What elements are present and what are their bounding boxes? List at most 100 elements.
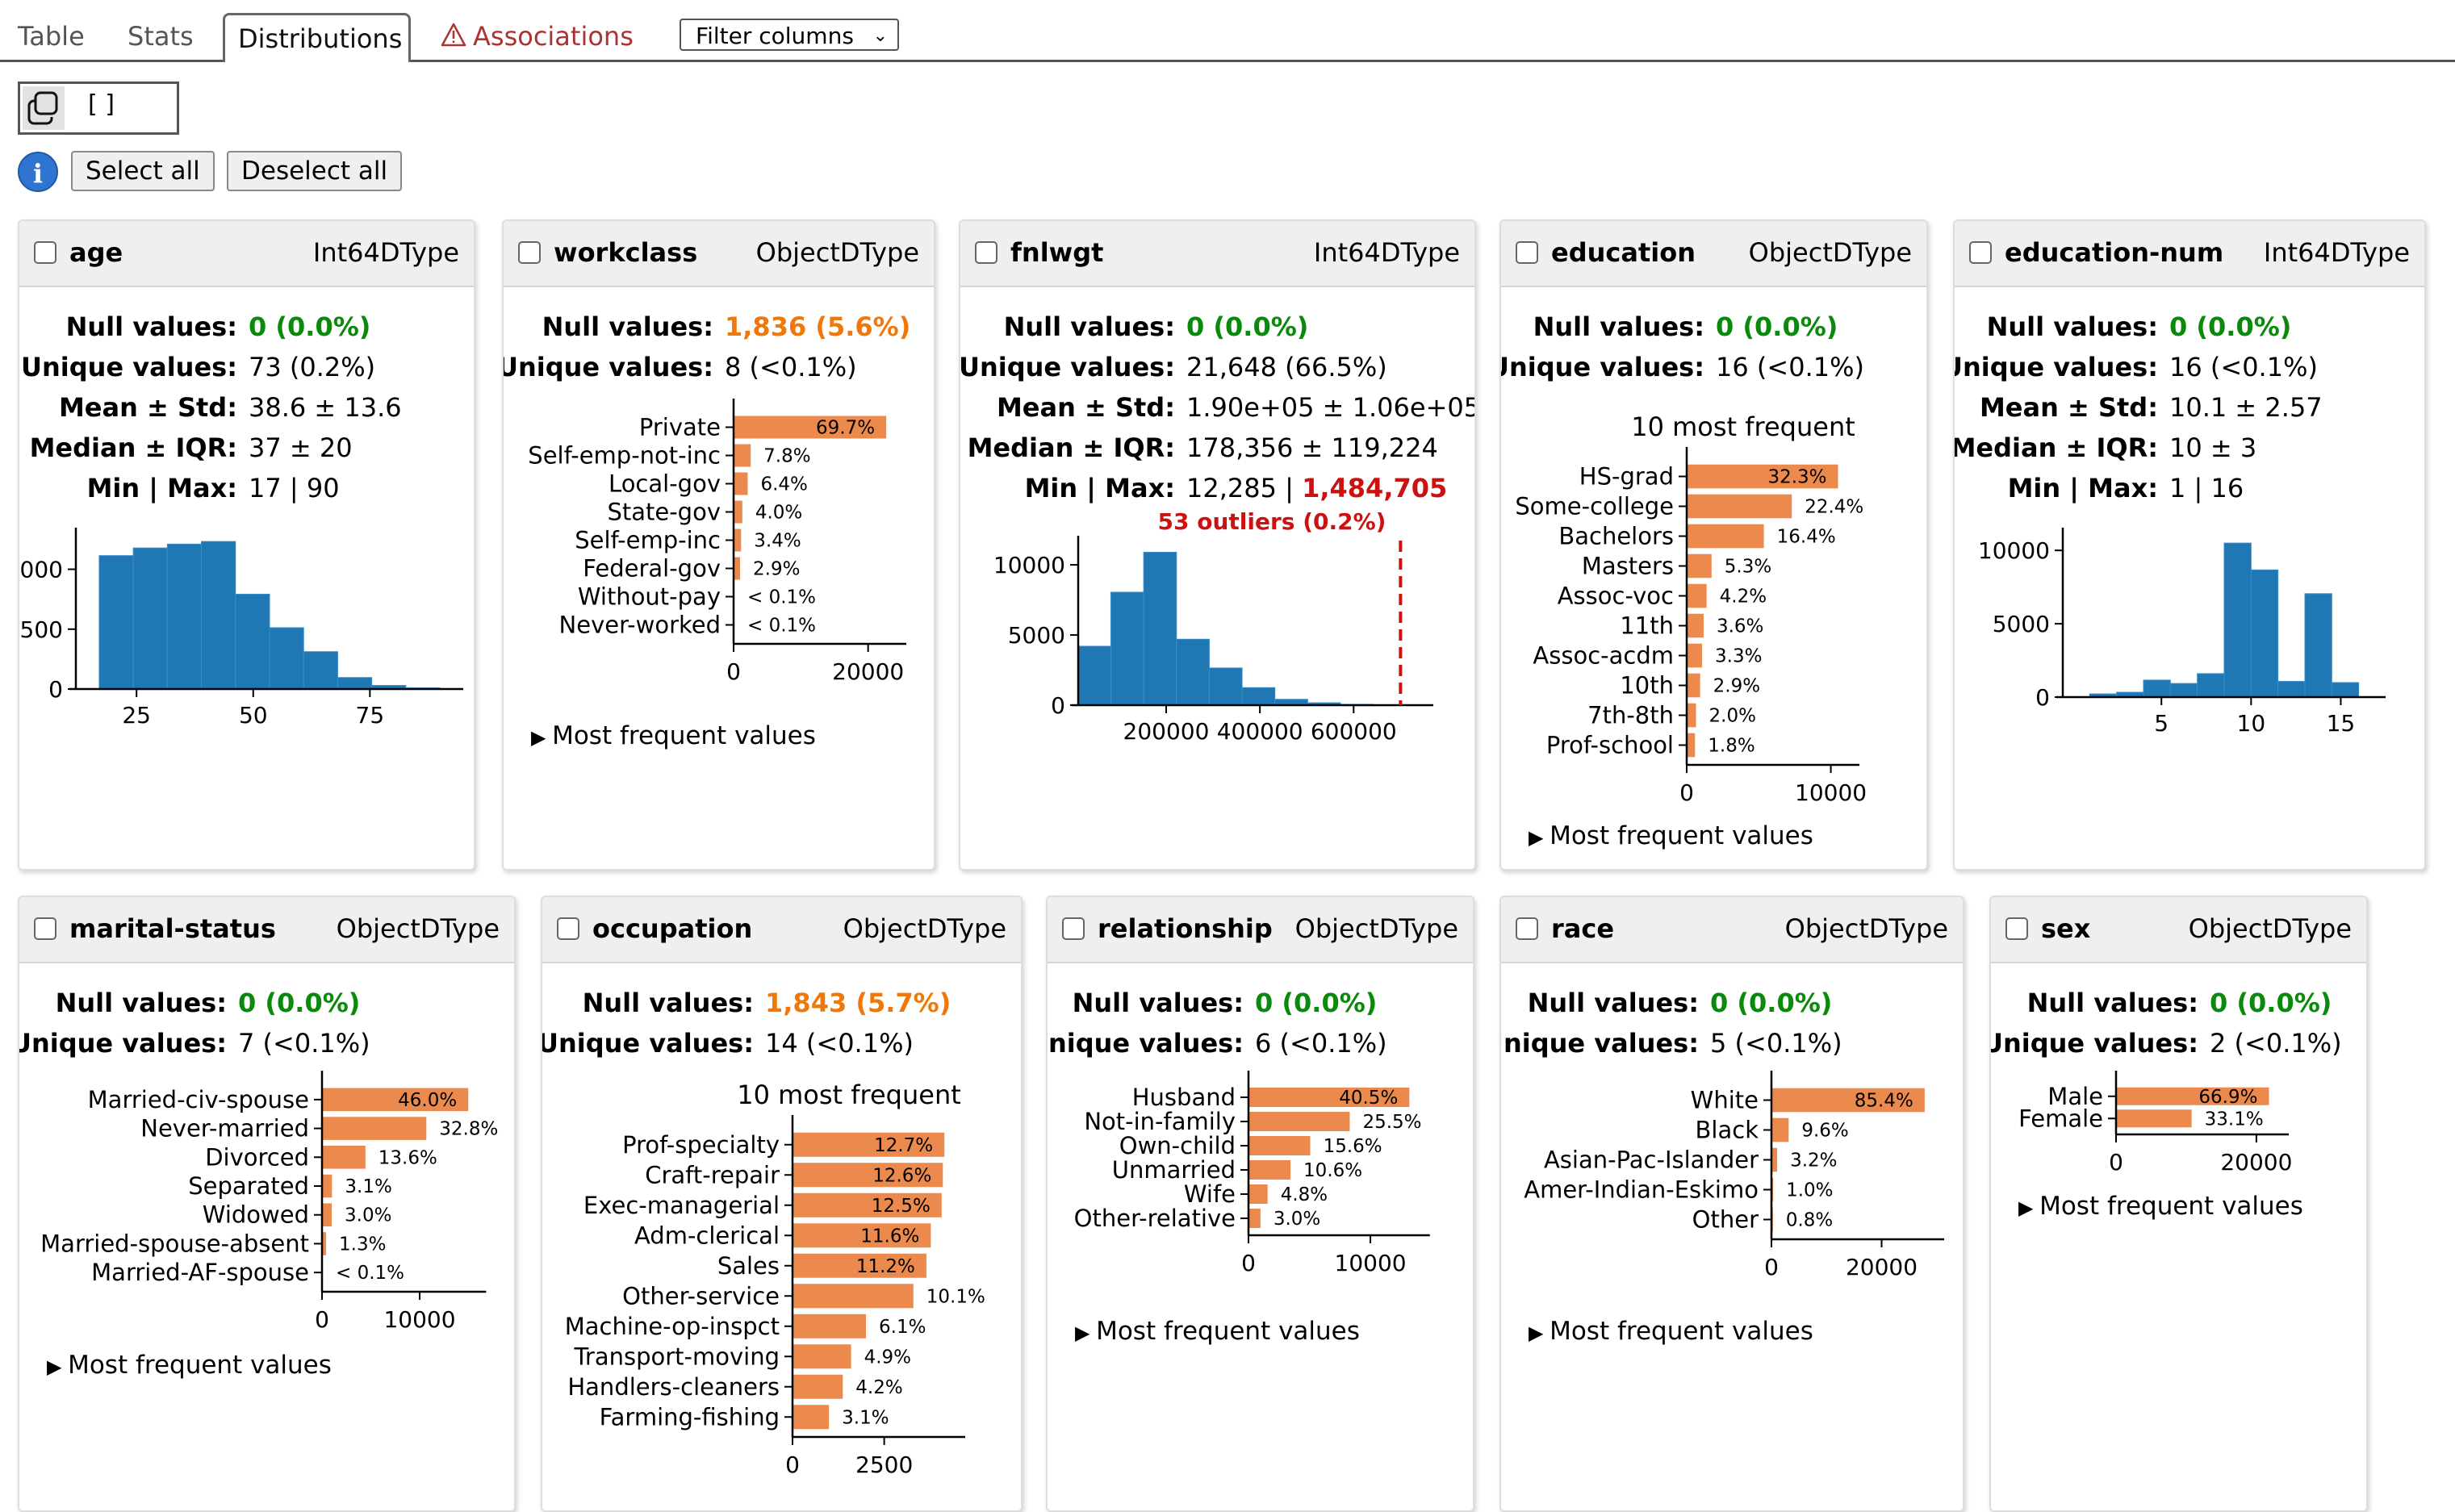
most-frequent-values-label: Most frequent values — [68, 1351, 332, 1380]
category-bar — [734, 416, 887, 439]
stat-row-null: Null values: 0 (0.0%) — [1501, 983, 1963, 1023]
stat-value: 0 (0.0%) — [2210, 988, 2332, 1018]
stat-row-null: Null values: 0 (0.0%) — [960, 307, 1474, 347]
histogram-bar — [2250, 569, 2279, 698]
category-label: Separated — [188, 1172, 309, 1200]
stat-row-unique: Unique values: 5 (<0.1%) — [1501, 1023, 1963, 1063]
copy-button[interactable] — [23, 86, 65, 130]
column-checkbox[interactable] — [557, 917, 579, 940]
most-frequent-values-toggle[interactable]: ▶ Most frequent values — [1529, 1317, 1813, 1346]
stat-value: 17 | 90 — [249, 468, 340, 508]
histogram-bar — [98, 555, 134, 690]
min-value: 17 | — [249, 473, 307, 503]
card-header: age Int64DType — [19, 221, 474, 287]
category-label: Other-relative — [1074, 1205, 1236, 1232]
x-tick-label: 2500 — [855, 1451, 913, 1478]
category-label: Not-in-family — [1084, 1108, 1236, 1135]
column-card-age: age Int64DType Null values: 0 (0.0%) Unique … — [18, 219, 475, 871]
stat-row-mean: Mean ± Std: 1.90e+05 ± 1.06e+05 — [960, 387, 1474, 428]
bar-value-label: 46.0% — [398, 1090, 457, 1111]
category-label: White — [1691, 1087, 1759, 1114]
x-tick-label: 0 — [315, 1306, 329, 1333]
stat-label: Null values: — [582, 988, 754, 1018]
stat-value: 0 (0.0%) — [1710, 988, 1833, 1018]
stat-row-null: Null values: 0 (0.0%) — [19, 983, 514, 1023]
most-frequent-values-toggle[interactable]: ▶ Most frequent values — [531, 721, 816, 750]
tab-stats[interactable]: Stats — [128, 13, 194, 60]
histogram-bar — [2223, 542, 2252, 698]
stat-row-unique: Unique values: 6 (<0.1%) — [1048, 1023, 1473, 1063]
column-name: age — [69, 237, 123, 268]
category-bar — [1687, 613, 1704, 638]
category-label: Farming-fishing — [600, 1403, 780, 1431]
stat-value: 16 (<0.1%) — [1716, 352, 1864, 382]
histogram-bar — [235, 593, 270, 690]
chart-title: 10 most frequent — [1631, 411, 1855, 442]
category-label: Assoc-acdm — [1533, 642, 1674, 670]
most-frequent-values-toggle[interactable]: ▶ Most frequent values — [1529, 821, 1813, 850]
column-checkbox[interactable] — [2005, 917, 2028, 940]
x-tick-label: 0 — [2109, 1149, 2123, 1176]
category-bar — [1687, 583, 1707, 608]
histogram-bar — [1373, 704, 1407, 706]
most-frequent-values-toggle[interactable]: ▶ Most frequent values — [2018, 1192, 2303, 1221]
category-bar — [793, 1253, 926, 1278]
category-label: Private — [639, 414, 721, 441]
most-frequent-values-toggle[interactable]: ▶ Most frequent values — [47, 1351, 332, 1380]
bar-value-label: 6.1% — [879, 1317, 926, 1338]
column-name: fnlwgt — [1010, 237, 1104, 268]
disclosure-triangle-icon: ▶ — [1529, 826, 1550, 849]
bar-value-label: 3.0% — [1274, 1209, 1320, 1230]
stat-label: Min | Max: — [2007, 473, 2158, 503]
column-checkbox[interactable] — [1062, 917, 1085, 940]
bar-value-label: 3.0% — [345, 1205, 391, 1226]
stat-row-unique: Unique values: 16 (<0.1%) — [1955, 347, 2424, 387]
selected-columns-text: [ ] — [88, 90, 115, 119]
bar-value-label: 11.2% — [856, 1256, 915, 1277]
category-label: Federal-gov — [583, 555, 721, 583]
bar-value-label: 69.7% — [816, 418, 875, 439]
category-bar — [793, 1344, 851, 1369]
category-label: Self-emp-not-inc — [528, 442, 721, 470]
tab-distributions[interactable]: Distributions — [223, 13, 411, 62]
histogram-bar — [1208, 667, 1243, 706]
stat-value: 10.1 ± 2.57 — [2169, 392, 2323, 423]
stat-value: 1.90e+05 ± 1.06e+05 — [1186, 392, 1476, 423]
info-icon[interactable]: i — [18, 152, 58, 192]
bar-value-label: 2.0% — [1709, 706, 1756, 727]
stat-value: 21,648 (66.5%) — [1186, 352, 1387, 382]
bar-value-label: < 0.1% — [336, 1263, 404, 1284]
tab-associations[interactable]: Associations — [441, 13, 634, 60]
column-checkbox[interactable] — [1516, 241, 1538, 264]
stat-label: Unique values: — [1989, 1028, 2198, 1059]
category-label: Married-spouse-absent — [40, 1230, 309, 1257]
most-frequent-values-toggle[interactable]: ▶ Most frequent values — [1075, 1317, 1360, 1346]
bar-value-label: 4.0% — [755, 503, 802, 524]
column-checkbox[interactable] — [34, 241, 56, 264]
column-checkbox[interactable] — [518, 241, 541, 264]
column-checkbox[interactable] — [975, 241, 997, 264]
stat-label: Mean ± Std: — [996, 392, 1175, 423]
column-checkbox[interactable] — [1516, 917, 1538, 940]
min-value: 12,285 | — [1186, 473, 1303, 503]
deselect-all-button[interactable]: Deselect all — [227, 151, 403, 191]
category-label: Machine-op-inspct — [565, 1313, 780, 1340]
bar-value-label: 7.8% — [763, 446, 810, 467]
column-checkbox[interactable] — [1969, 241, 1992, 264]
stat-label: Mean ± Std: — [58, 392, 237, 423]
tab-table[interactable]: Table — [18, 13, 85, 60]
bar-value-label: 2.9% — [753, 559, 800, 580]
select-all-button[interactable]: Select all — [71, 151, 215, 191]
bar-value-label: 3.3% — [1715, 646, 1762, 667]
y-tick-label: 10000 — [993, 552, 1065, 578]
stat-row-unique: Unique values: 2 (<0.1%) — [1991, 1023, 2366, 1063]
stat-value: 0 (0.0%) — [1716, 311, 1838, 342]
stat-value: 14 (<0.1%) — [765, 1028, 914, 1059]
column-checkbox[interactable] — [34, 917, 56, 940]
stat-value: 0 (0.0%) — [249, 311, 371, 342]
column-card-relationship: relationship ObjectDType Null values: 0 (0.… — [1046, 896, 1474, 1512]
filter-columns-select[interactable]: Filter columns ⌄ — [680, 19, 899, 51]
stat-row-unique: Unique values: 21,648 (66.5%) — [960, 347, 1474, 387]
y-tick-label: 0 — [48, 676, 63, 703]
bar-value-label: 1.3% — [339, 1234, 386, 1255]
